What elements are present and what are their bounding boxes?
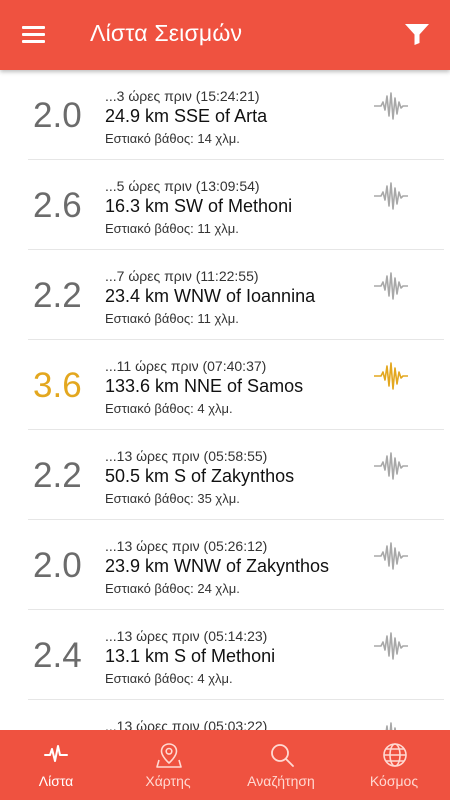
search-icon (271, 744, 294, 767)
hamburger-line (22, 40, 45, 43)
magnitude-value: 2.2 (33, 456, 82, 495)
depth-text: Εστιακό βάθος: 4 χλμ. (105, 671, 233, 686)
seismic-wave-icon (374, 632, 408, 660)
seismic-wave-icon (374, 182, 408, 210)
nav-world[interactable]: Κόσμος (338, 730, 450, 800)
hamburger-menu-icon (22, 26, 45, 29)
seismic-wave-icon (385, 722, 397, 730)
depth-text: Εστιακό βάθος: 24 χλμ. (105, 581, 240, 596)
earthquake-list-item[interactable]: 2.2 ...7 ώρες πριν (11:22:55) 23.4 km WNW … (0, 250, 450, 340)
nav-list-label: Λίστα (38, 773, 74, 789)
location-text: 133.6 km NNE of Samos (105, 376, 304, 396)
earthquake-list-item[interactable]: 2.4 ...13 ώρες πριν (05:14:23) 13.1 km S o… (0, 610, 450, 700)
seismic-wave-icon (374, 362, 408, 390)
map-pin-icon (156, 743, 182, 768)
earthquake-list-item[interactable]: 2.0 ...13 ώρες πριν (05:26:12) 23.9 km WNW… (0, 520, 450, 610)
menu-button[interactable] (20, 22, 50, 48)
depth-text: Εστιακό βάθος: 14 χλμ. (105, 131, 240, 146)
location-text: 50.5 km S of Zakynthos (105, 466, 295, 486)
filter-button[interactable] (404, 22, 434, 48)
seismic-wave-icon (374, 542, 408, 570)
depth-text: Εστιακό βάθος: 11 χλμ. (105, 311, 239, 326)
time-ago-text: ...5 ώρες πριν (13:09:54) (105, 178, 260, 194)
nav-world-label: Κόσμος (369, 773, 419, 789)
magnitude-value: 3.6 (33, 366, 82, 405)
location-text: 13.1 km S of Methoni (105, 646, 276, 666)
time-ago-text: ...13 ώρες πριν (05:26:12) (105, 538, 268, 554)
depth-text: Εστιακό βάθος: 4 χλμ. (105, 401, 233, 416)
earthquake-list-item[interactable]: 3.6 ...11 ώρες πριν (07:40:37) 133.6 km NN… (0, 340, 450, 430)
hamburger-line (22, 33, 45, 36)
seismic-wave-icon (374, 452, 408, 480)
time-ago-text: ...13 ώρες πριν (05:14:23) (105, 628, 268, 644)
time-ago-text: ...13 ώρες πριν (05:58:55) (105, 448, 268, 464)
earthquake-list-item[interactable]: 2.0 ...3 ώρες πριν (15:24:21) 24.9 km SSE … (0, 70, 450, 160)
earthquake-list-item[interactable]: ...13 ώρες πριν (05:03:22) (0, 700, 450, 730)
earthquake-list[interactable]: 2.0 ...3 ώρες πριν (15:24:21) 24.9 km SSE … (0, 70, 450, 730)
time-ago-text: ...3 ώρες πριν (15:24:21) (105, 88, 260, 104)
earthquake-list-item[interactable]: 2.2 ...13 ώρες πριν (05:58:55) 50.5 km S o… (0, 430, 450, 520)
nav-search[interactable]: Αναζήτηση (225, 730, 337, 800)
app-bar: Λίστα Σεισμών (0, 0, 450, 70)
magnitude-value: 2.6 (33, 186, 82, 225)
location-text: 24.9 km SSE of Arta (105, 106, 268, 126)
location-text: 23.9 km WNW of Zakynthos (105, 556, 330, 576)
globe-icon (383, 743, 407, 767)
earthquake-list-item[interactable]: 2.6 ...5 ώρες πριν (13:09:54) 16.3 km SW o… (0, 160, 450, 250)
nav-map[interactable]: Χάρτης (112, 730, 224, 800)
depth-text: Εστιακό βάθος: 11 χλμ. (105, 221, 239, 236)
nav-search-label: Αναζήτηση (247, 773, 315, 789)
time-ago-text: ...11 ώρες πριν (07:40:37) (105, 358, 267, 374)
page-title: Λίστα Σεισμών (90, 20, 243, 46)
time-ago-text: ...13 ώρες πριν (05:03:22) (105, 718, 268, 730)
magnitude-value: 2.2 (33, 276, 82, 315)
seismic-wave-icon (374, 92, 408, 120)
funnel-filter-icon (405, 24, 429, 45)
nav-map-label: Χάρτης (145, 773, 191, 789)
magnitude-value: 2.0 (33, 96, 82, 135)
seismograph-icon (44, 745, 68, 762)
magnitude-value: 2.0 (33, 546, 82, 585)
nav-list[interactable]: Λίστα (0, 730, 112, 800)
bottom-navigation: Λίστα Χάρτης Αναζήτηση Κόσμος (0, 730, 450, 800)
location-text: 16.3 km SW of Methoni (105, 196, 293, 216)
depth-text: Εστιακό βάθος: 35 χλμ. (105, 491, 240, 506)
location-text: 23.4 km WNW of Ioannina (105, 286, 316, 306)
seismic-wave-icon (374, 272, 408, 300)
magnitude-value: 2.4 (33, 636, 82, 675)
time-ago-text: ...7 ώρες πριν (11:22:55) (105, 268, 259, 284)
